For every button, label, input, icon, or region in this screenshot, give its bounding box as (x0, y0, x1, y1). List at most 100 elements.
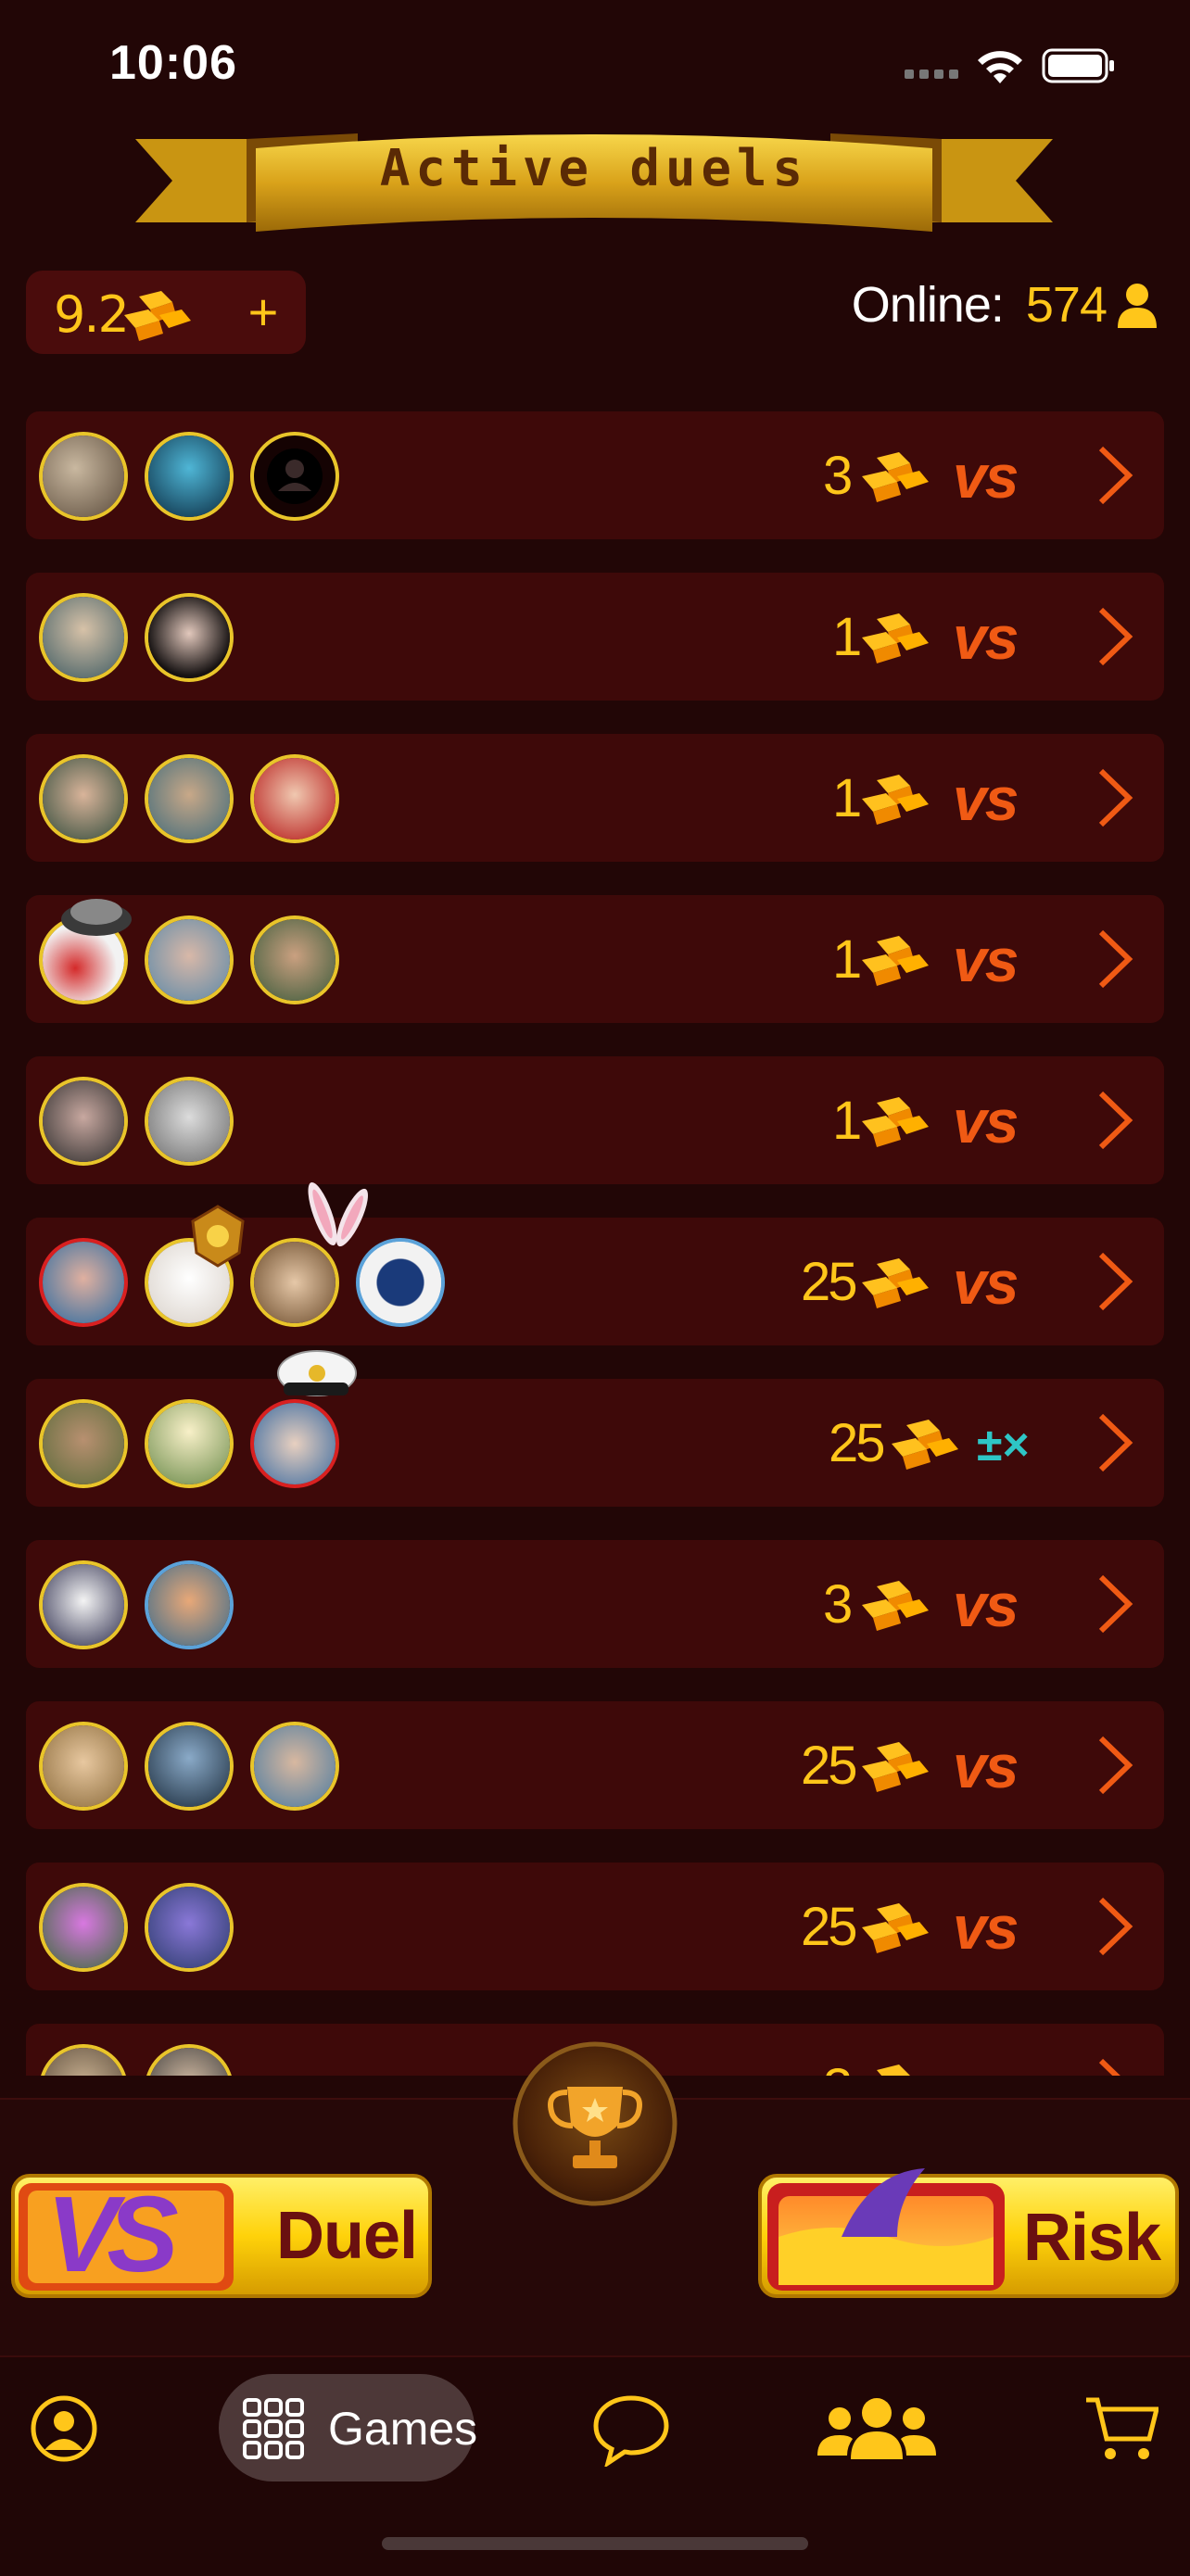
hat-accessory-icon (61, 899, 132, 936)
avatar[interactable] (250, 1722, 339, 1811)
chevron-right-icon[interactable] (1092, 1410, 1138, 1475)
avatar[interactable] (39, 1077, 128, 1166)
duel-row[interactable]: 25 vs (26, 1181, 1164, 1345)
avatar[interactable] (39, 593, 128, 682)
risk-button-label: Risk (1023, 2201, 1161, 2275)
duel-row[interactable]: 3 vs (26, 1540, 1164, 1668)
avatar[interactable] (145, 1883, 234, 1972)
page-title: Active duels (379, 139, 809, 197)
avatar-placeholder[interactable] (250, 432, 339, 521)
chevron-right-icon[interactable] (1092, 443, 1138, 508)
duel-row[interactable]: 3 vs (26, 411, 1164, 539)
chevron-right-icon[interactable] (1092, 1249, 1138, 1314)
avatar[interactable] (145, 593, 234, 682)
chevron-right-icon[interactable] (1092, 1088, 1138, 1153)
gold-bars-icon (862, 1097, 929, 1147)
gold-bars-icon (862, 1258, 929, 1308)
avatar[interactable] (145, 754, 234, 843)
duel-row[interactable]: 1 vs (26, 573, 1164, 701)
avatar[interactable] (39, 432, 128, 521)
add-gold-button[interactable]: + (235, 280, 291, 345)
friends-icon[interactable] (816, 2394, 938, 2461)
math-mode-label: ±× (977, 1419, 1030, 1471)
duel-button-label: Duel (276, 2199, 418, 2273)
trophy-button[interactable] (512, 2040, 678, 2207)
avatar[interactable] (145, 1399, 234, 1488)
chat-icon[interactable] (591, 2393, 671, 2467)
avatar[interactable] (145, 1077, 234, 1166)
gold-bars-icon (877, 2065, 910, 2076)
avatar[interactable] (145, 1560, 234, 1649)
stake-value: 25 (801, 1897, 857, 1957)
gold-bars-icon (862, 452, 929, 502)
chevron-right-icon[interactable] (1092, 604, 1138, 669)
tab-games-label: Games (328, 2403, 478, 2455)
stake-value: 3 (823, 1574, 853, 1635)
profile-icon[interactable] (30, 2394, 98, 2463)
mode-label: vs (953, 2053, 1019, 2076)
duel-row[interactable]: 25 vs (26, 1701, 1164, 1829)
games-grid-icon (243, 2398, 304, 2459)
gold-bars-icon (862, 1581, 929, 1631)
stake-value: 1 (832, 929, 862, 990)
avatar[interactable] (145, 915, 234, 1004)
avatar[interactable] (145, 2044, 234, 2076)
home-indicator[interactable] (382, 2537, 808, 2550)
avatar[interactable] (250, 915, 339, 1004)
mode-label: vs (953, 1893, 1019, 1962)
chevron-right-icon[interactable] (1092, 2055, 1138, 2076)
duel-button[interactable]: VS Duel (9, 2163, 432, 2302)
balance-value: 9.2 (54, 285, 130, 344)
battery-icon (1042, 48, 1114, 83)
avatar[interactable] (39, 754, 128, 843)
chevron-right-icon[interactable] (1092, 1572, 1138, 1636)
avatar[interactable] (39, 1560, 128, 1649)
vs-logo: VS (46, 2174, 179, 2294)
stake-value: 1 (832, 768, 862, 828)
duel-row[interactable]: 1 vs (26, 895, 1164, 1023)
avatar[interactable] (145, 432, 234, 521)
avatar[interactable] (39, 1722, 128, 1811)
duel-list[interactable]: 3 vs 1 vs 1 vs 1 vs 1 vs 25 vs 25 ±× 3 v… (0, 408, 1190, 2076)
gold-bars-icon (862, 1903, 929, 1953)
avatar[interactable] (39, 1238, 128, 1327)
gold-bars-icon (124, 291, 191, 341)
chevron-right-icon[interactable] (1092, 927, 1138, 991)
mode-label: vs (953, 764, 1019, 833)
person-icon (1118, 284, 1157, 328)
stake-value: 25 (829, 1413, 885, 1473)
mode-label: vs (953, 1732, 1019, 1800)
duel-row[interactable]: 1 vs (26, 1056, 1164, 1184)
avatar[interactable] (145, 1722, 234, 1811)
crown-badge-icon (191, 1205, 245, 1268)
duel-row[interactable]: 25 vs (26, 1863, 1164, 1990)
online-label: Online: (851, 277, 1005, 333)
tab-games[interactable]: Games (219, 2374, 478, 2481)
chevron-right-icon[interactable] (1092, 1894, 1138, 1959)
gold-bars-icon (862, 936, 929, 986)
duel-row[interactable]: 1 vs (26, 734, 1164, 862)
wifi-icon (978, 51, 1022, 83)
chevron-right-icon[interactable] (1092, 1733, 1138, 1798)
status-bar: 10:06 (0, 0, 1190, 130)
avatar[interactable] (250, 1399, 339, 1488)
cart-icon[interactable] (1084, 2394, 1158, 2463)
mode-label: vs (953, 1087, 1019, 1155)
stake-value: 3 (823, 446, 853, 506)
mode-label: vs (953, 1248, 1019, 1317)
chevron-right-icon[interactable] (1092, 765, 1138, 830)
avatar[interactable] (250, 754, 339, 843)
gold-bars-icon (862, 1742, 929, 1792)
gold-bars-icon (862, 613, 929, 663)
mode-label: vs (953, 603, 1019, 672)
stake-value: 25 (801, 1736, 857, 1796)
stake-value: 3 (823, 2057, 853, 2076)
stake-value: 1 (832, 607, 862, 667)
duel-row[interactable]: 25 ±× (26, 1350, 1164, 1507)
online-count: 574 (1025, 277, 1108, 333)
risk-button[interactable]: Risk (758, 2163, 1181, 2302)
avatar[interactable] (39, 1399, 128, 1488)
avatar[interactable] (39, 2044, 128, 2076)
avatar[interactable] (39, 1883, 128, 1972)
captain-hat-icon (277, 1350, 357, 1396)
